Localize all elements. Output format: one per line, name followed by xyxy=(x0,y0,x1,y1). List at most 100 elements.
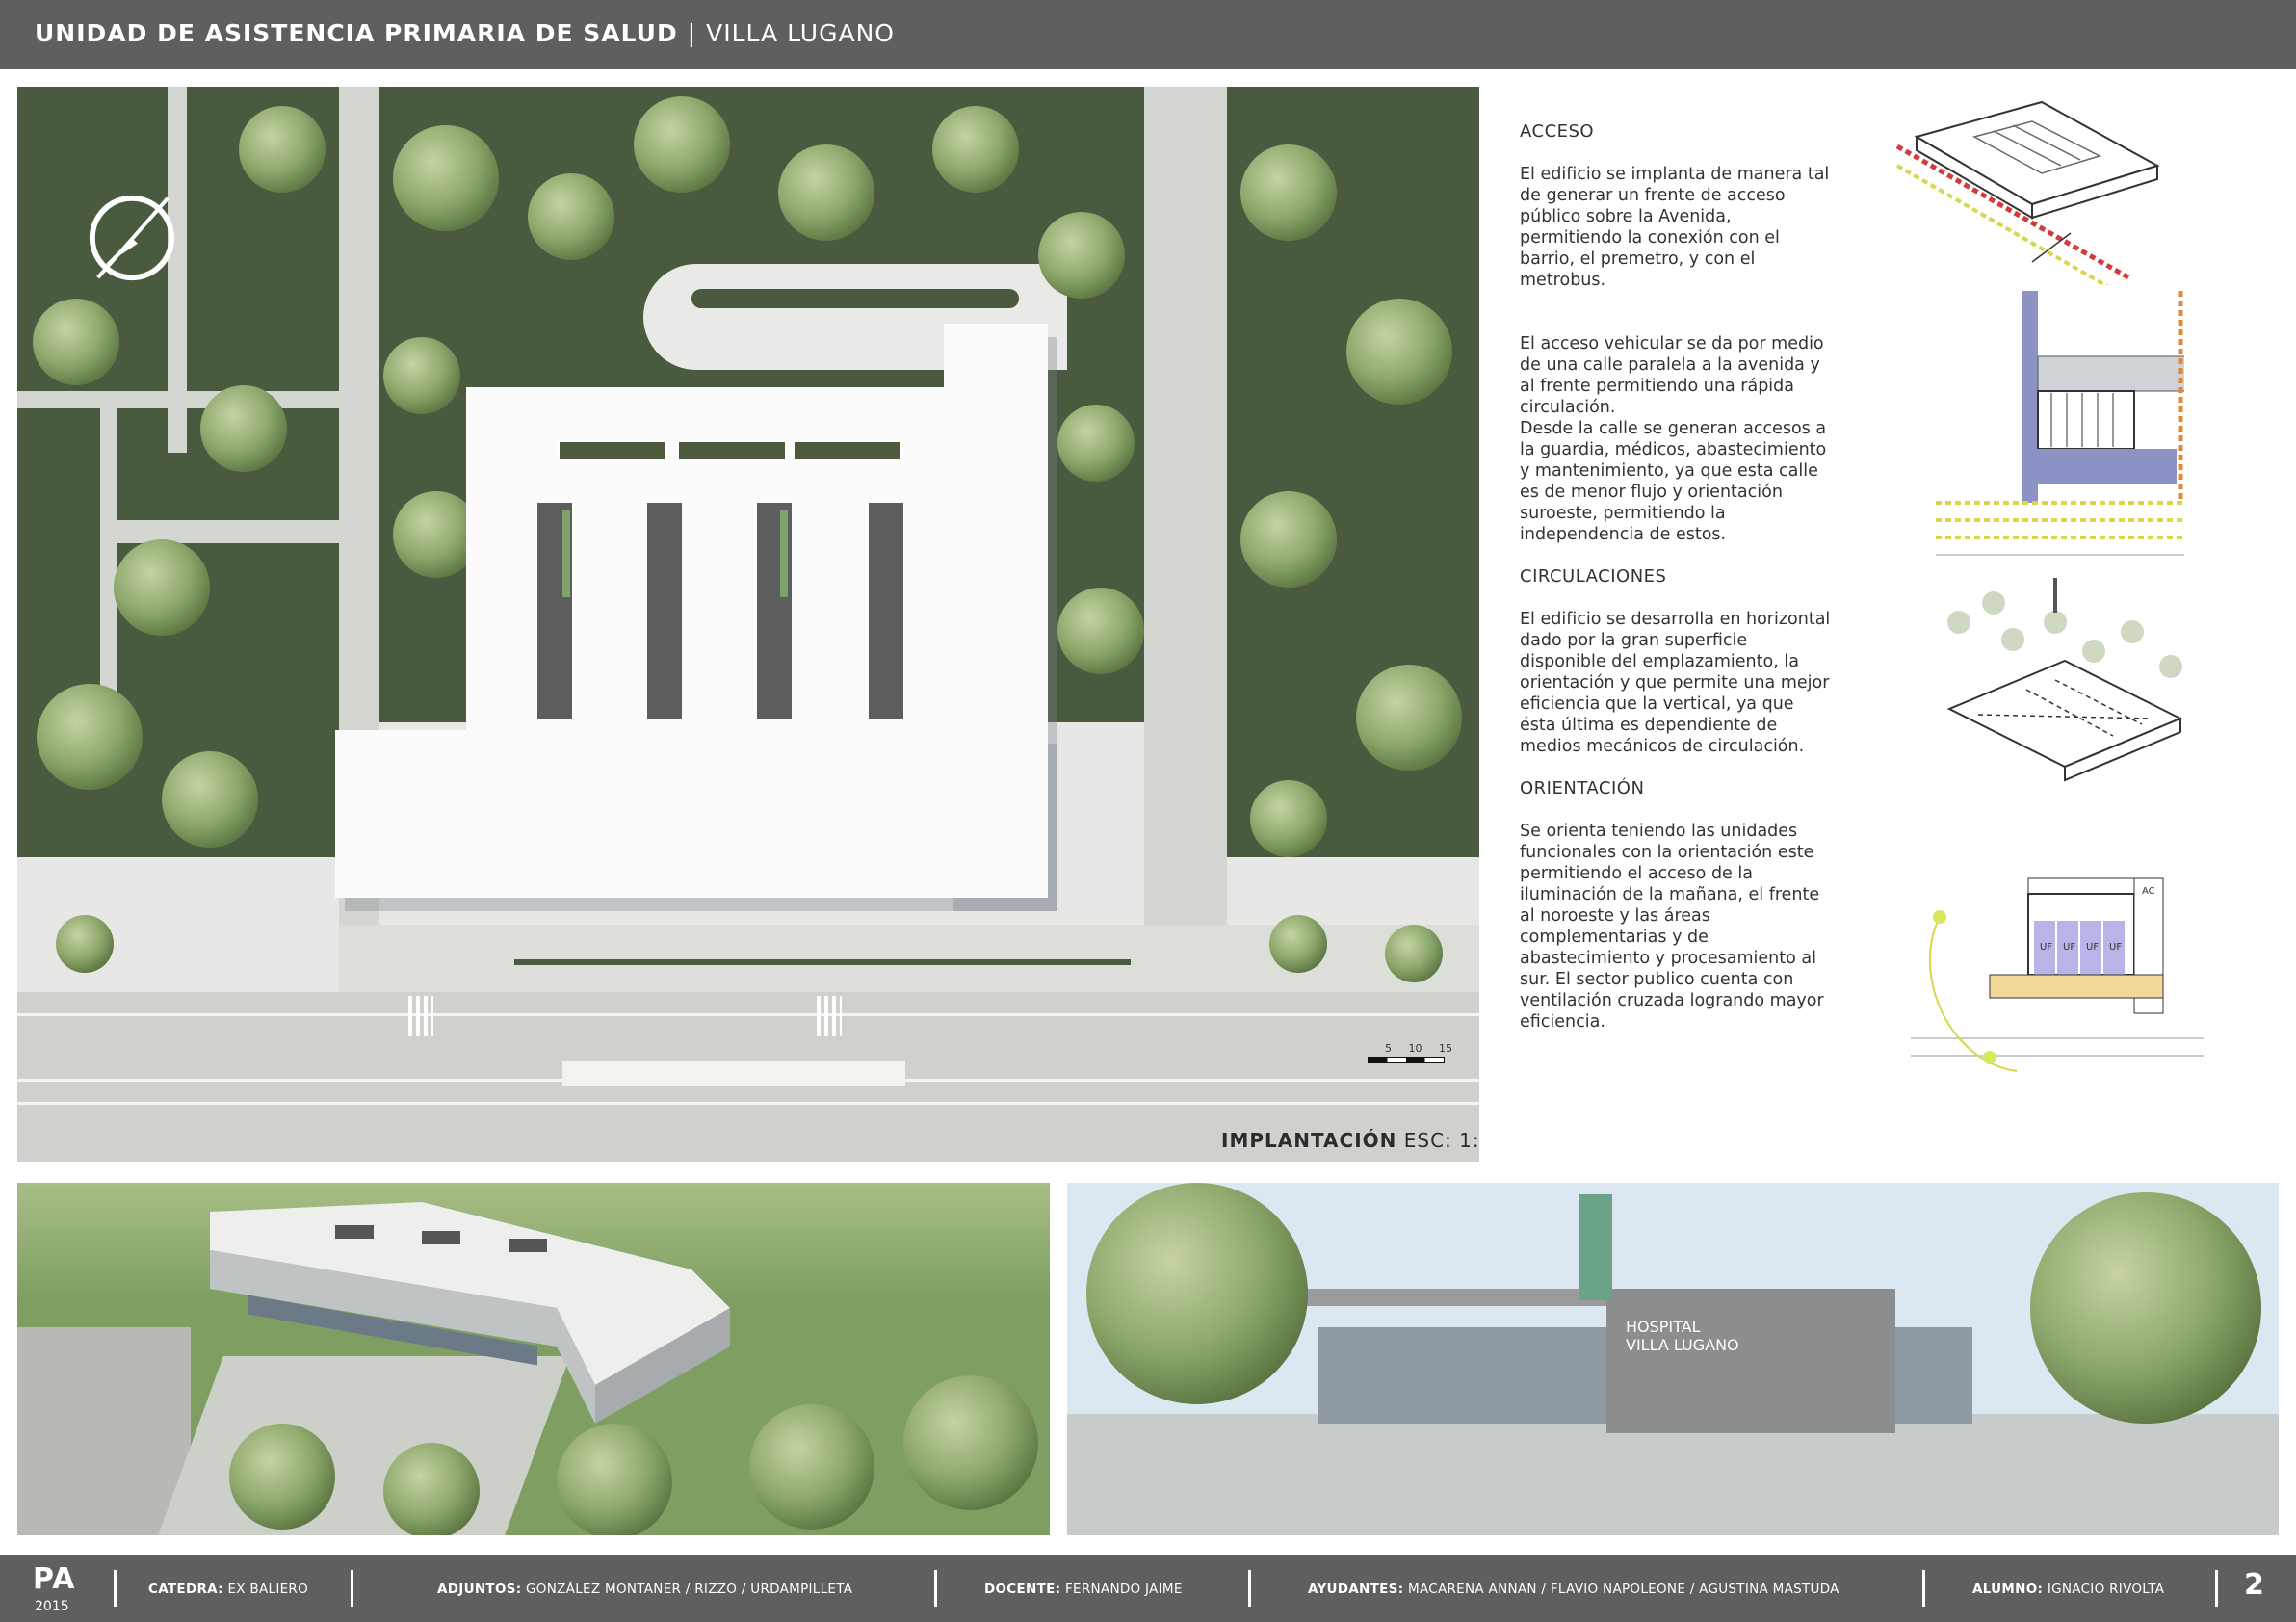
footer-divider xyxy=(2215,1570,2218,1607)
title-location: VILLA LUGANO xyxy=(706,19,895,47)
tree xyxy=(557,1424,672,1535)
tree xyxy=(33,299,119,385)
courtyard-garden xyxy=(780,510,788,597)
tree xyxy=(1240,491,1337,588)
tree xyxy=(1385,925,1443,982)
page-number: 2 xyxy=(2244,1568,2264,1602)
footer-value: FERNANDO JAIME xyxy=(1064,1582,1183,1597)
tree xyxy=(932,106,1019,193)
section-heading-circulaciones: CIRCULACIONES xyxy=(1520,566,1667,587)
scale-bar: 5 10 15 xyxy=(1368,1042,1452,1063)
service-road-median xyxy=(514,959,1131,965)
street-render: HOSPITAL VILLA LUGANO xyxy=(1067,1183,2279,1535)
footer-divider xyxy=(1922,1570,1925,1607)
street xyxy=(17,1327,191,1535)
access-diagram xyxy=(1895,100,2160,295)
orientation-diagram: UF UF UF UF AC xyxy=(1911,840,2204,1094)
skylight xyxy=(676,439,788,462)
course-code: PA xyxy=(33,1562,76,1596)
courtyard-garden xyxy=(562,510,570,597)
tree xyxy=(229,1424,335,1530)
tree xyxy=(1086,1183,1308,1404)
tree xyxy=(528,173,614,260)
diagram-label-unit: UF xyxy=(2040,942,2052,953)
footer-value: MACARENA ANNAN / FLAVIO NAPOLEONE / AGUS… xyxy=(1408,1582,1839,1597)
footer-catedra: CATEDRA: EX BALIERO xyxy=(148,1582,308,1597)
tower xyxy=(1579,1194,1612,1300)
footer-label: CATEDRA: xyxy=(148,1582,223,1597)
diagram-label-unit: UF xyxy=(2086,942,2099,953)
tree xyxy=(1240,144,1337,241)
courtyard xyxy=(647,503,682,719)
footer-divider xyxy=(114,1570,117,1607)
footer-divider xyxy=(351,1570,353,1607)
tree xyxy=(114,539,210,636)
section-heading-orientacion: ORIENTACIÓN xyxy=(1520,778,1645,798)
tree xyxy=(200,385,287,472)
footer-divider xyxy=(1248,1570,1251,1607)
section-paragraph: El acceso vehicular se da por medio de u… xyxy=(1520,334,1827,544)
footer-value: GONZÁLEZ MONTANER / RIZZO / URDAMPILLETA xyxy=(526,1582,853,1597)
course-year: 2015 xyxy=(35,1599,69,1614)
aerial-render xyxy=(17,1183,1050,1535)
description-column: ACCESO El edificio se implanta de manera… xyxy=(1520,121,1886,1054)
footer-value: IGNACIO RIVOLTA xyxy=(2047,1582,2165,1597)
tree xyxy=(383,1443,480,1535)
site-plan: 5 10 15 IMPLANTACIÓN ESC: 1:500 xyxy=(17,87,1479,1162)
tree xyxy=(1038,212,1125,299)
section-paragraph: El edificio se implanta de manera tal de… xyxy=(1520,165,1830,290)
tree xyxy=(903,1375,1038,1510)
footer-ayudantes: AYUDANTES: MACARENA ANNAN / FLAVIO NAPOL… xyxy=(1308,1582,1839,1597)
tree xyxy=(634,96,730,193)
north-arrow-icon xyxy=(89,195,175,281)
section-paragraph: Se orienta teniendo las unidades funcion… xyxy=(1520,822,1824,1032)
side-street xyxy=(1144,87,1227,973)
tree xyxy=(1346,299,1452,405)
section-heading-acceso: ACCESO xyxy=(1520,121,1595,142)
tree xyxy=(37,684,143,790)
scale-tick: 15 xyxy=(1439,1042,1452,1055)
tree xyxy=(1057,405,1135,482)
parking-median xyxy=(691,289,1019,308)
site-plan-title: IMPLANTACIÓN xyxy=(1221,1129,1397,1152)
title-separator: | xyxy=(687,19,697,47)
hospital-sign: HOSPITAL VILLA LUGANO xyxy=(1626,1318,1739,1354)
sheet-title: UNIDAD DE ASISTENCIA PRIMARIA DE SALUD | V… xyxy=(35,19,895,47)
tree xyxy=(162,751,258,848)
tree xyxy=(393,125,499,231)
crosswalk xyxy=(408,996,433,1036)
tree xyxy=(749,1404,874,1530)
site-plan-label: IMPLANTACIÓN ESC: 1:500 xyxy=(1221,1129,1479,1152)
tree xyxy=(239,106,326,193)
footer-divider xyxy=(934,1570,937,1607)
avenue-line xyxy=(17,1102,1479,1105)
site-plan-scale: ESC: 1:500 xyxy=(1403,1129,1479,1152)
avenue-line xyxy=(17,1013,1479,1016)
tree xyxy=(1269,915,1327,973)
tree xyxy=(1250,780,1327,857)
hospital-sign-line1: HOSPITAL xyxy=(1626,1318,1701,1336)
courtyard xyxy=(869,503,903,719)
tree xyxy=(778,144,874,241)
section-paragraph: El edificio se desarrolla en horizontal … xyxy=(1520,610,1831,756)
title-bold: UNIDAD DE ASISTENCIA PRIMARIA DE SALUD xyxy=(35,19,678,47)
diagram-label-unit: UF xyxy=(2063,942,2075,953)
footer-adjuntos: ADJUNTOS: GONZÁLEZ MONTANER / RIZZO / UR… xyxy=(437,1582,852,1597)
footer-label: ALUMNO: xyxy=(1972,1582,2044,1597)
crosswalk xyxy=(817,996,842,1036)
footer-docente: DOCENTE: FERNANDO JAIME xyxy=(984,1582,1183,1597)
footpath-cross xyxy=(17,391,339,408)
footer-label: DOCENTE: xyxy=(984,1582,1061,1597)
footer-bar: PA 2015 CATEDRA: EX BALIERO ADJUNTOS: GO… xyxy=(0,1555,2296,1622)
tree xyxy=(2030,1192,2261,1424)
circulation-diagram xyxy=(1946,578,2183,782)
hospital-sign-line2: VILLA LUGANO xyxy=(1626,1336,1739,1354)
tree xyxy=(1057,588,1144,674)
tree xyxy=(56,915,114,973)
footer-label: AYUDANTES: xyxy=(1308,1582,1404,1597)
footer-alumno: ALUMNO: IGNACIO RIVOLTA xyxy=(1972,1582,2164,1597)
diagram-label-unit: UF xyxy=(2109,942,2122,953)
vehicle-access-diagram xyxy=(1932,285,2184,570)
header-bar: UNIDAD DE ASISTENCIA PRIMARIA DE SALUD | V… xyxy=(0,0,2296,69)
scale-tick: 10 xyxy=(1408,1042,1422,1055)
